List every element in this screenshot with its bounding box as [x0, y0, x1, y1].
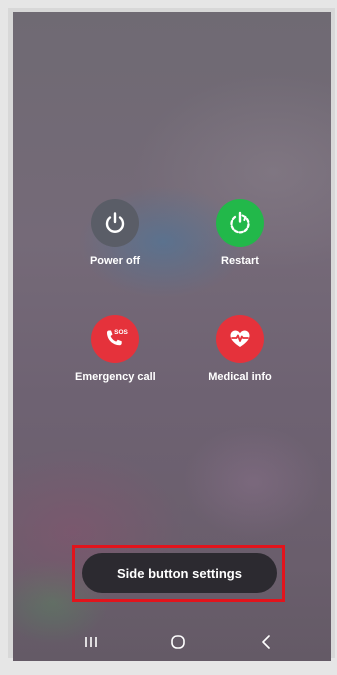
medical-info-label: Medical info — [208, 371, 272, 383]
power-icon — [105, 212, 125, 233]
emergency-call-button[interactable]: SOS Emergency call — [75, 315, 156, 383]
emergency-phone-icon: SOS — [107, 329, 129, 346]
restart-button[interactable]: Restart — [200, 199, 280, 267]
power-off-circle[interactable] — [91, 199, 139, 247]
restart-icon — [230, 211, 250, 234]
back-icon — [262, 635, 270, 649]
emergency-call-circle[interactable]: SOS — [91, 315, 139, 363]
home-icon — [171, 635, 185, 649]
navigation-bar — [13, 624, 331, 660]
home-button[interactable] — [166, 630, 190, 654]
heart-pulse-icon — [230, 330, 250, 347]
restart-circle[interactable] — [216, 199, 264, 247]
restart-label: Restart — [221, 255, 259, 267]
emergency-call-label: Emergency call — [75, 371, 156, 383]
medical-info-circle[interactable] — [216, 315, 264, 363]
side-button-settings-button[interactable]: Side button settings — [82, 553, 277, 593]
phone-screen: Power off Restart SOS Emergency call Med… — [13, 12, 331, 661]
power-off-label: Power off — [89, 255, 141, 267]
back-button[interactable] — [254, 630, 278, 654]
sos-badge: SOS — [114, 329, 128, 336]
recents-button[interactable] — [79, 630, 103, 654]
medical-info-button[interactable]: Medical info — [200, 315, 280, 383]
power-off-button[interactable]: Power off — [75, 199, 155, 267]
recents-icon — [85, 637, 97, 647]
